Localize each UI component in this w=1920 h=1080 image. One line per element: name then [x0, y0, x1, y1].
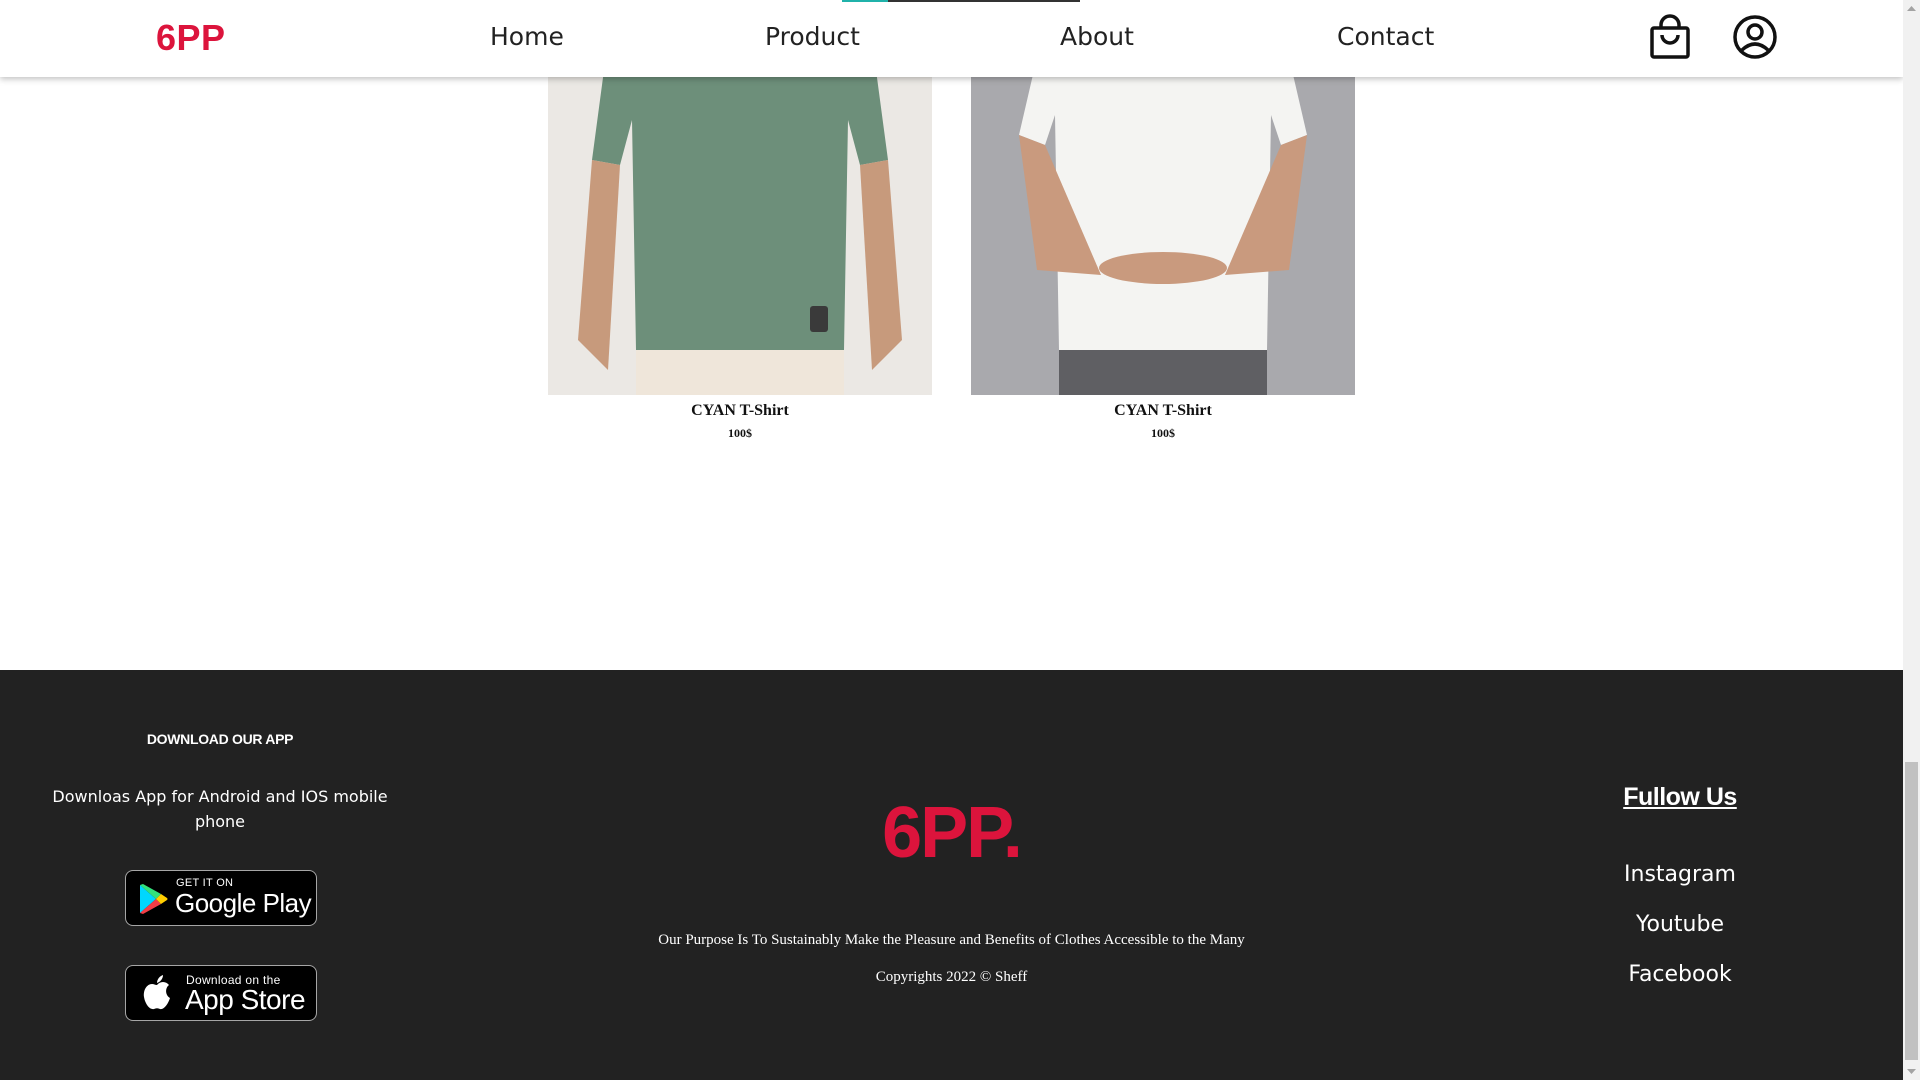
nav-contact[interactable]: Contact [1337, 22, 1434, 51]
page: CYAN T-Shirt 100$ CYAN T-Shirt 100$ 6PP … [0, 0, 1903, 1080]
youtube-link[interactable]: Youtube [1580, 912, 1780, 937]
scrollbar-thumb[interactable] [1905, 762, 1918, 1060]
header: 6PP Home Product About Contact [0, 0, 1903, 77]
product-price: 100$ [1151, 426, 1175, 440]
user-circle-icon[interactable] [1732, 14, 1778, 62]
google-play-big-text: Google Play [175, 888, 312, 918]
google-play-badge[interactable]: GET IT ON Google Play [125, 870, 317, 926]
product-card[interactable]: CYAN T-Shirt 100$ [548, 40, 932, 441]
facebook-link[interactable]: Facebook [1580, 962, 1780, 987]
product-title[interactable]: CYAN T-Shirt [971, 402, 1355, 420]
instagram-link[interactable]: Instagram [1580, 862, 1780, 887]
product-title[interactable]: CYAN T-Shirt [548, 402, 932, 420]
product-image[interactable] [548, 40, 932, 395]
nav-indicator [888, 0, 1080, 2]
follow-us-heading: Fullow Us [1623, 783, 1737, 811]
brand-logo[interactable]: 6PP [156, 17, 226, 59]
footer: DOWNLOAD OUR APP Downloas App for Androi… [0, 670, 1903, 1080]
nav-product[interactable]: Product [765, 22, 860, 51]
shopping-bag-icon[interactable] [1647, 13, 1693, 61]
nav-home[interactable]: Home [490, 22, 564, 51]
product-price: 100$ [728, 426, 752, 440]
product-card[interactable]: CYAN T-Shirt 100$ [971, 40, 1355, 441]
scroll-down-arrow-icon[interactable] [1903, 1063, 1920, 1080]
nav-indicator [842, 0, 888, 2]
download-app-heading: DOWNLOAD OUR APP [146, 731, 294, 747]
app-store-big-text: App Store [185, 984, 306, 1015]
vertical-scrollbar[interactable] [1903, 0, 1920, 1080]
nav-about[interactable]: About [1060, 22, 1134, 51]
product-image[interactable] [971, 40, 1355, 395]
google-play-icon [140, 884, 168, 914]
scroll-up-arrow-icon[interactable] [1903, 0, 1920, 17]
